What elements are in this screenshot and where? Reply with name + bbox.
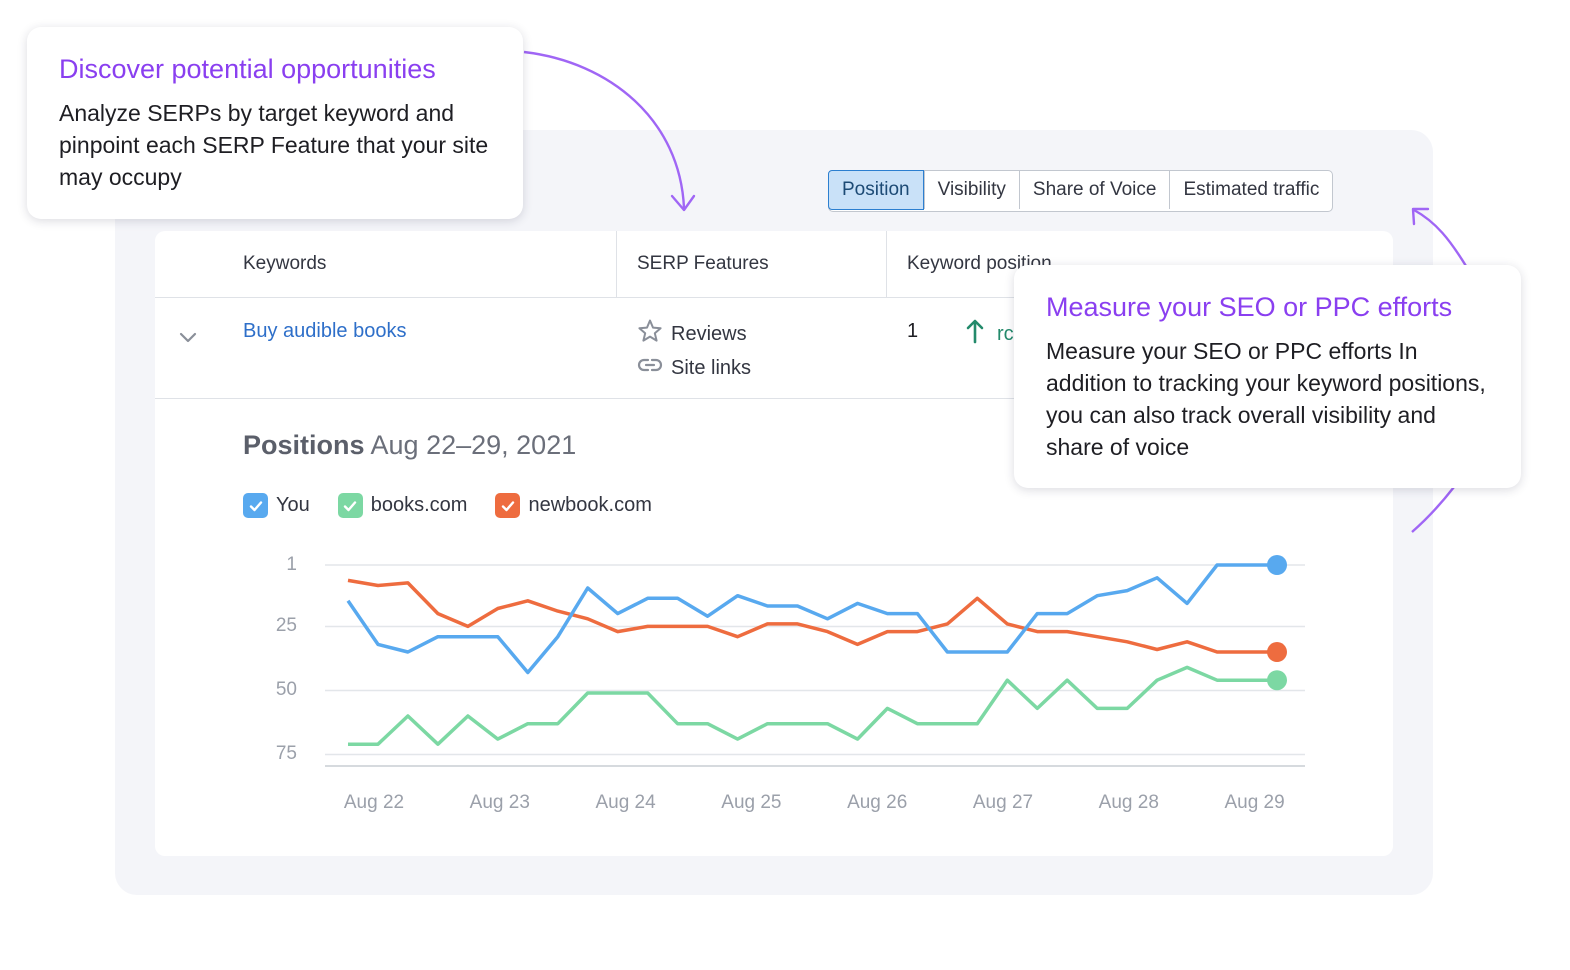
- callout-body: Analyze SERPs by target keyword and pinp…: [59, 100, 489, 190]
- arrow-curve-left: [523, 50, 686, 209]
- callout-measure: Measure your SEO or PPC efforts Measure …: [1014, 265, 1521, 488]
- callout-discover: Discover potential opportunities Analyze…: [27, 27, 523, 219]
- callout-body: Measure your SEO or PPC efforts In addit…: [1046, 338, 1486, 460]
- callout-title: Measure your SEO or PPC efforts: [1046, 292, 1453, 322]
- callout-title: Discover potential opportunities: [59, 54, 436, 84]
